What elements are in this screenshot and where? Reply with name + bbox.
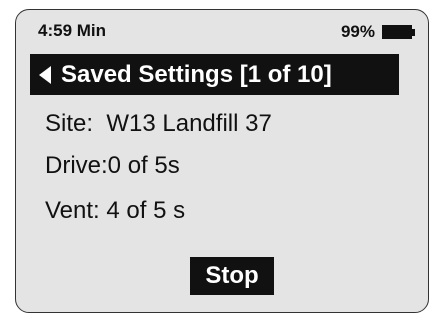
page-title: Saved Settings [1 of 10] [61,60,332,88]
device-screen: 4:59 Min 99% Saved Settings [1 of 10] Si… [15,9,429,313]
back-arrow-icon[interactable] [39,65,51,84]
site-value: W13 Landfill 37 [106,110,272,137]
site-label: Site: [45,110,94,137]
title-bar[interactable]: Saved Settings [1 of 10] [30,54,399,95]
vent-line: Vent: 4 of 5 s [45,197,186,224]
battery-icon [382,25,415,39]
battery-percent: 99% [340,22,375,41]
stop-button[interactable]: Stop [190,257,274,295]
battery-status: 99% [341,22,415,42]
site-line: Site: W13 Landfill 37 [45,110,272,138]
status-bar: 4:59 Min 99% [16,10,428,50]
drive-line: Drive:0 of 5s [45,152,180,179]
timer-readout: 4:59 Min [38,21,107,40]
